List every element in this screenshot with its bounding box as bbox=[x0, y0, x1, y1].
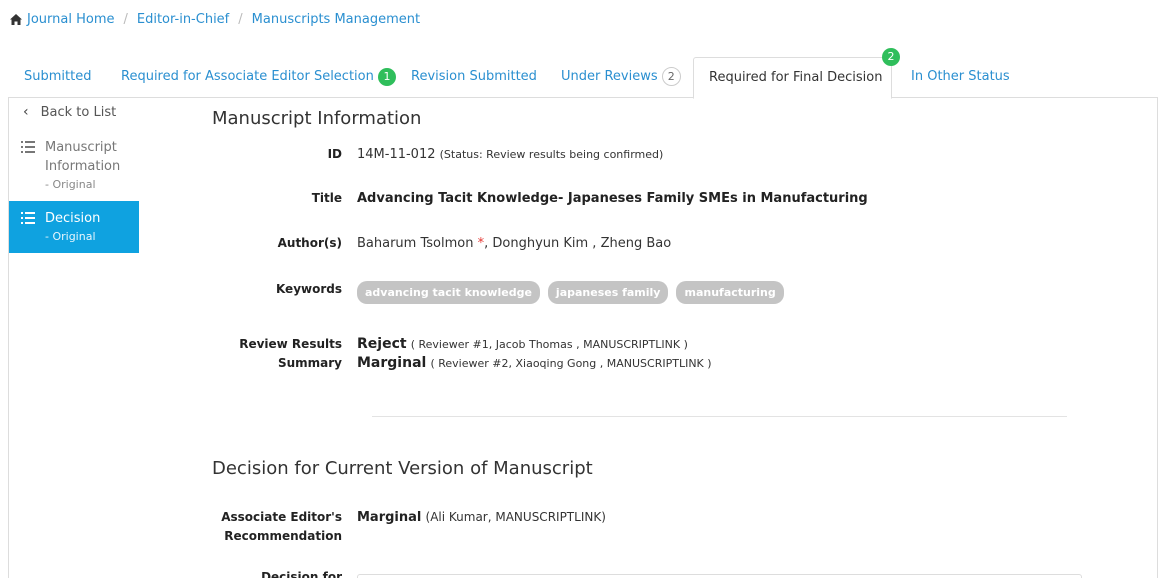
decision-select[interactable] bbox=[357, 574, 1082, 578]
keyword-tag: advancing tacit knowledge bbox=[357, 281, 540, 304]
section-title-decision: Decision for Current Version of Manuscri… bbox=[212, 458, 593, 479]
chevron-left-icon: ‹ bbox=[23, 104, 29, 120]
field-label: Title bbox=[311, 191, 342, 205]
section-divider bbox=[372, 416, 1067, 417]
tab-label: Under Reviews bbox=[561, 69, 658, 84]
ae-detail: (Ali Kumar, MANUSCRIPTLINK) bbox=[425, 510, 606, 524]
tab-under-reviews[interactable]: Under Reviews 2 bbox=[561, 57, 681, 98]
sidebar-item-decision[interactable]: Decision - Original bbox=[9, 201, 139, 253]
author-list: , Donghyun Kim , Zheng Bao bbox=[484, 236, 672, 251]
count-badge: 2 bbox=[661, 67, 681, 86]
author-corresponding: Baharum Tsolmon bbox=[357, 236, 474, 251]
manuscript-status: (Status: Review results being confirmed) bbox=[439, 148, 664, 161]
tab-label: Submitted bbox=[24, 69, 92, 84]
list-icon bbox=[21, 212, 35, 224]
tab-label: Revision Submitted bbox=[411, 69, 537, 84]
breadcrumb-journal-home[interactable]: Journal Home bbox=[27, 12, 114, 27]
review-results: Reject ( Reviewer #1, Jacob Thomas , MAN… bbox=[357, 335, 712, 373]
tab-label: Required for Final Decision bbox=[709, 70, 883, 85]
field-label: Review Results Summary bbox=[239, 337, 342, 370]
review-result-item: Marginal ( Reviewer #2, Xiaoqing Gong , … bbox=[357, 354, 712, 373]
breadcrumb-separator: / bbox=[238, 12, 243, 27]
keyword-tag: manufacturing bbox=[676, 281, 784, 304]
field-value: 14M-11-012 (Status: Review results being… bbox=[357, 145, 663, 164]
section-title-manuscript-information: Manuscript Information bbox=[212, 108, 422, 129]
review-detail: ( Reviewer #2, Xiaoqing Gong , MANUSCRIP… bbox=[430, 357, 712, 370]
review-detail: ( Reviewer #1, Jacob Thomas , MANUSCRIPT… bbox=[410, 338, 688, 351]
review-verdict: Reject bbox=[357, 336, 407, 352]
keyword-tags: advancing tacit knowledge japaneses famil… bbox=[357, 281, 792, 304]
back-label: Back to List bbox=[40, 104, 117, 120]
manuscript-title: Advancing Tacit Knowledge- Japaneses Fam… bbox=[357, 191, 868, 206]
breadcrumb-editor-in-chief[interactable]: Editor-in-Chief bbox=[137, 12, 229, 27]
tab-submitted[interactable]: Submitted bbox=[24, 57, 91, 98]
breadcrumb-separator: / bbox=[123, 12, 128, 27]
home-icon bbox=[10, 14, 22, 25]
status-tabs: Submitted Required for Associate Editor … bbox=[8, 48, 1158, 99]
tab-label: In Other Status bbox=[911, 69, 1010, 84]
count-badge: 2 bbox=[882, 48, 900, 66]
sidebar-item-sublabel: - Original bbox=[45, 230, 96, 243]
field-label: Keywords bbox=[275, 282, 342, 296]
sidebar: ‹ Back to List Manuscript Information - … bbox=[9, 98, 139, 253]
main-content: Manuscript Information ID 14M-11-012 (St… bbox=[212, 108, 1112, 578]
field-value: Marginal (Ali Kumar, MANUSCRIPTLINK) bbox=[357, 508, 606, 527]
back-to-list-link[interactable]: ‹ Back to List bbox=[9, 98, 139, 126]
field-label: Author(s) bbox=[277, 236, 342, 250]
tab-revision-submitted[interactable]: Revision Submitted bbox=[411, 57, 537, 98]
tab-other-status[interactable]: In Other Status bbox=[911, 57, 1010, 98]
keyword-tag: japaneses family bbox=[547, 281, 669, 304]
count-badge: 1 bbox=[378, 67, 396, 86]
field-value: Baharum Tsolmon *, Donghyun Kim , Zheng … bbox=[357, 234, 671, 253]
field-label: Decision for bbox=[261, 570, 342, 578]
review-result-item: Reject ( Reviewer #1, Jacob Thomas , MAN… bbox=[357, 335, 712, 354]
tab-label: Required for Associate Editor Selection bbox=[121, 69, 374, 84]
breadcrumb-manuscripts-management[interactable]: Manuscripts Management bbox=[252, 12, 420, 27]
ae-verdict: Marginal bbox=[357, 510, 422, 525]
field-label: Associate Editor's Recommendation bbox=[221, 510, 342, 543]
sidebar-item-sublabel: - Original bbox=[45, 178, 96, 191]
field-label: ID bbox=[327, 147, 342, 161]
review-verdict: Marginal bbox=[357, 355, 427, 371]
sidebar-item-manuscript-information[interactable]: Manuscript Information - Original bbox=[9, 130, 139, 201]
tab-final-decision[interactable]: Required for Final Decision bbox=[693, 57, 892, 99]
breadcrumb: Journal Home / Editor-in-Chief / Manuscr… bbox=[10, 12, 420, 27]
list-icon bbox=[21, 141, 35, 153]
sidebar-item-label: Decision bbox=[45, 211, 101, 226]
sidebar-item-label: Manuscript Information bbox=[45, 140, 121, 174]
manuscript-id: 14M-11-012 bbox=[357, 147, 436, 162]
tab-ae-selection[interactable]: Required for Associate Editor Selection … bbox=[121, 57, 396, 98]
